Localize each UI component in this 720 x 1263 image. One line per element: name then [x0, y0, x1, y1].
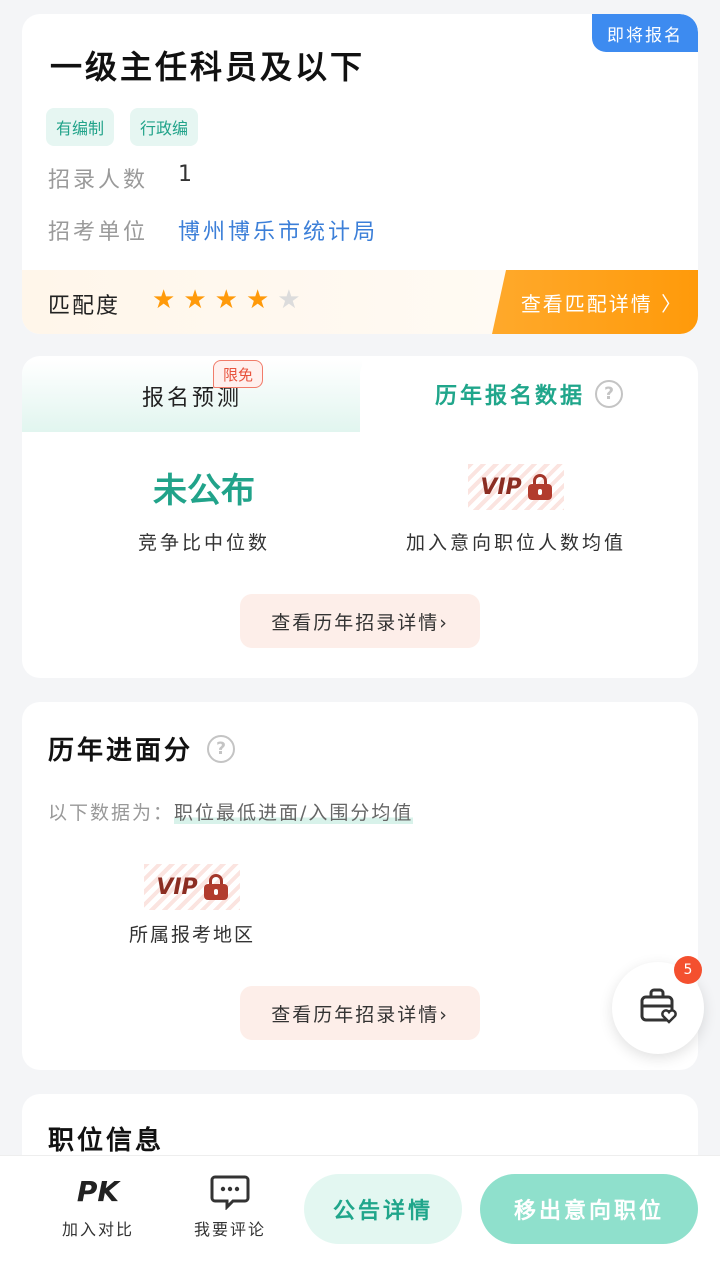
help-icon[interactable]: ?: [595, 380, 623, 408]
add-compare-label: 加入对比: [61, 1220, 134, 1239]
tab-history-signup-label: 历年报名数据: [434, 384, 585, 409]
median-label: 竞争比中位数: [137, 532, 270, 554]
star-filled-icon: ★: [214, 285, 238, 315]
position-info-title: 职位信息: [48, 1126, 165, 1156]
tab-history-signup[interactable]: 历年报名数据 ?: [360, 356, 698, 432]
limited-free-badge: 限免: [213, 360, 263, 388]
recruit-count-value: 1: [178, 162, 195, 187]
scores-title: 历年进面分: [48, 736, 194, 766]
comment-button[interactable]: 我要评论: [170, 1174, 290, 1240]
match-stars: ★ ★ ★ ★ ★: [152, 286, 301, 314]
help-icon[interactable]: ?: [207, 734, 236, 763]
notice-detail-button[interactable]: 公告详情: [304, 1174, 462, 1244]
recruit-unit-row: 招考单位 博州博乐市统计局: [48, 214, 378, 246]
match-bar: 匹配度 ★ ★ ★ ★ ★ 查看匹配详情 〉: [22, 270, 698, 334]
section-title-position: 职位信息: [48, 1120, 164, 1157]
star-filled-icon: ★: [245, 285, 270, 315]
job-title: 一级主任科员及以下: [50, 48, 366, 86]
data-note: 以下数据为：职位最低进面/入围分均值: [48, 798, 414, 825]
lock-icon: [527, 474, 552, 500]
data-note-highlight: 职位最低进面/入围分均值: [174, 802, 414, 824]
star-filled-icon: ★: [183, 285, 207, 315]
tag-staffing: 有编制: [46, 108, 115, 146]
region-stat: VIP 所属报考地区: [112, 864, 272, 947]
comment-label: 我要评论: [193, 1220, 266, 1239]
job-summary-card: 即将报名 一级主任科员及以下 有编制 行政编 招录人数 1 招考单位 博州博乐市…: [22, 14, 698, 334]
vip-text: VIP: [156, 874, 198, 900]
tag-admin: 行政编: [130, 108, 199, 146]
vip-lock-badge[interactable]: VIP: [468, 464, 564, 510]
remove-intent-button[interactable]: 移出意向职位: [480, 1174, 698, 1244]
history-detail-button[interactable]: 查看历年招录详情›: [240, 594, 480, 648]
signup-data-card: 报名预测 限免 历年报名数据 ? 未公布 竞争比中位数 VIP 加入意向职位人数…: [22, 356, 698, 678]
star-empty-icon: ★: [277, 285, 301, 315]
data-note-prefix: 以下数据为：: [48, 802, 175, 824]
avg-applicants-stat: VIP 加入意向职位人数均值: [366, 460, 666, 555]
recruit-unit-label: 招考单位: [48, 220, 149, 245]
bottom-action-bar: PK 加入对比 我要评论 公告详情 移出意向职位: [0, 1155, 720, 1263]
avg-applicants-label: 加入意向职位人数均值: [405, 532, 626, 554]
median-value: 未公布: [153, 470, 255, 511]
history-detail-button[interactable]: 查看历年招录详情›: [240, 986, 480, 1040]
tab-signup-predict[interactable]: 报名预测: [22, 360, 362, 432]
interview-scores-card: 历年进面分 ? 以下数据为：职位最低进面/入围分均值 VIP 所属报考地区 查看…: [22, 702, 698, 1070]
add-compare-button[interactable]: PK 加入对比: [38, 1174, 158, 1240]
briefcase-heart-icon: [636, 984, 680, 1032]
star-filled-icon: ★: [152, 285, 176, 315]
vip-text: VIP: [480, 474, 522, 500]
recruit-count-row: 招录人数 1: [48, 162, 195, 194]
vip-lock-badge[interactable]: VIP: [144, 864, 240, 910]
recruit-unit-link[interactable]: 博州博乐市统计局: [178, 214, 378, 246]
recruit-count-label: 招录人数: [48, 168, 149, 193]
match-label: 匹配度: [48, 294, 121, 319]
section-title-scores: 历年进面分 ?: [48, 730, 236, 767]
match-detail-button[interactable]: 查看匹配详情 〉: [492, 270, 698, 334]
status-badge: 即将报名: [592, 14, 698, 52]
lock-icon: [203, 874, 228, 900]
job-tags: 有编制 行政编: [46, 108, 199, 146]
intent-count-badge: 5: [674, 956, 702, 984]
median-stat: 未公布 竞争比中位数: [54, 460, 354, 555]
region-label: 所属报考地区: [128, 924, 255, 946]
comment-icon: [170, 1174, 290, 1210]
pk-icon: PK: [76, 1175, 120, 1208]
